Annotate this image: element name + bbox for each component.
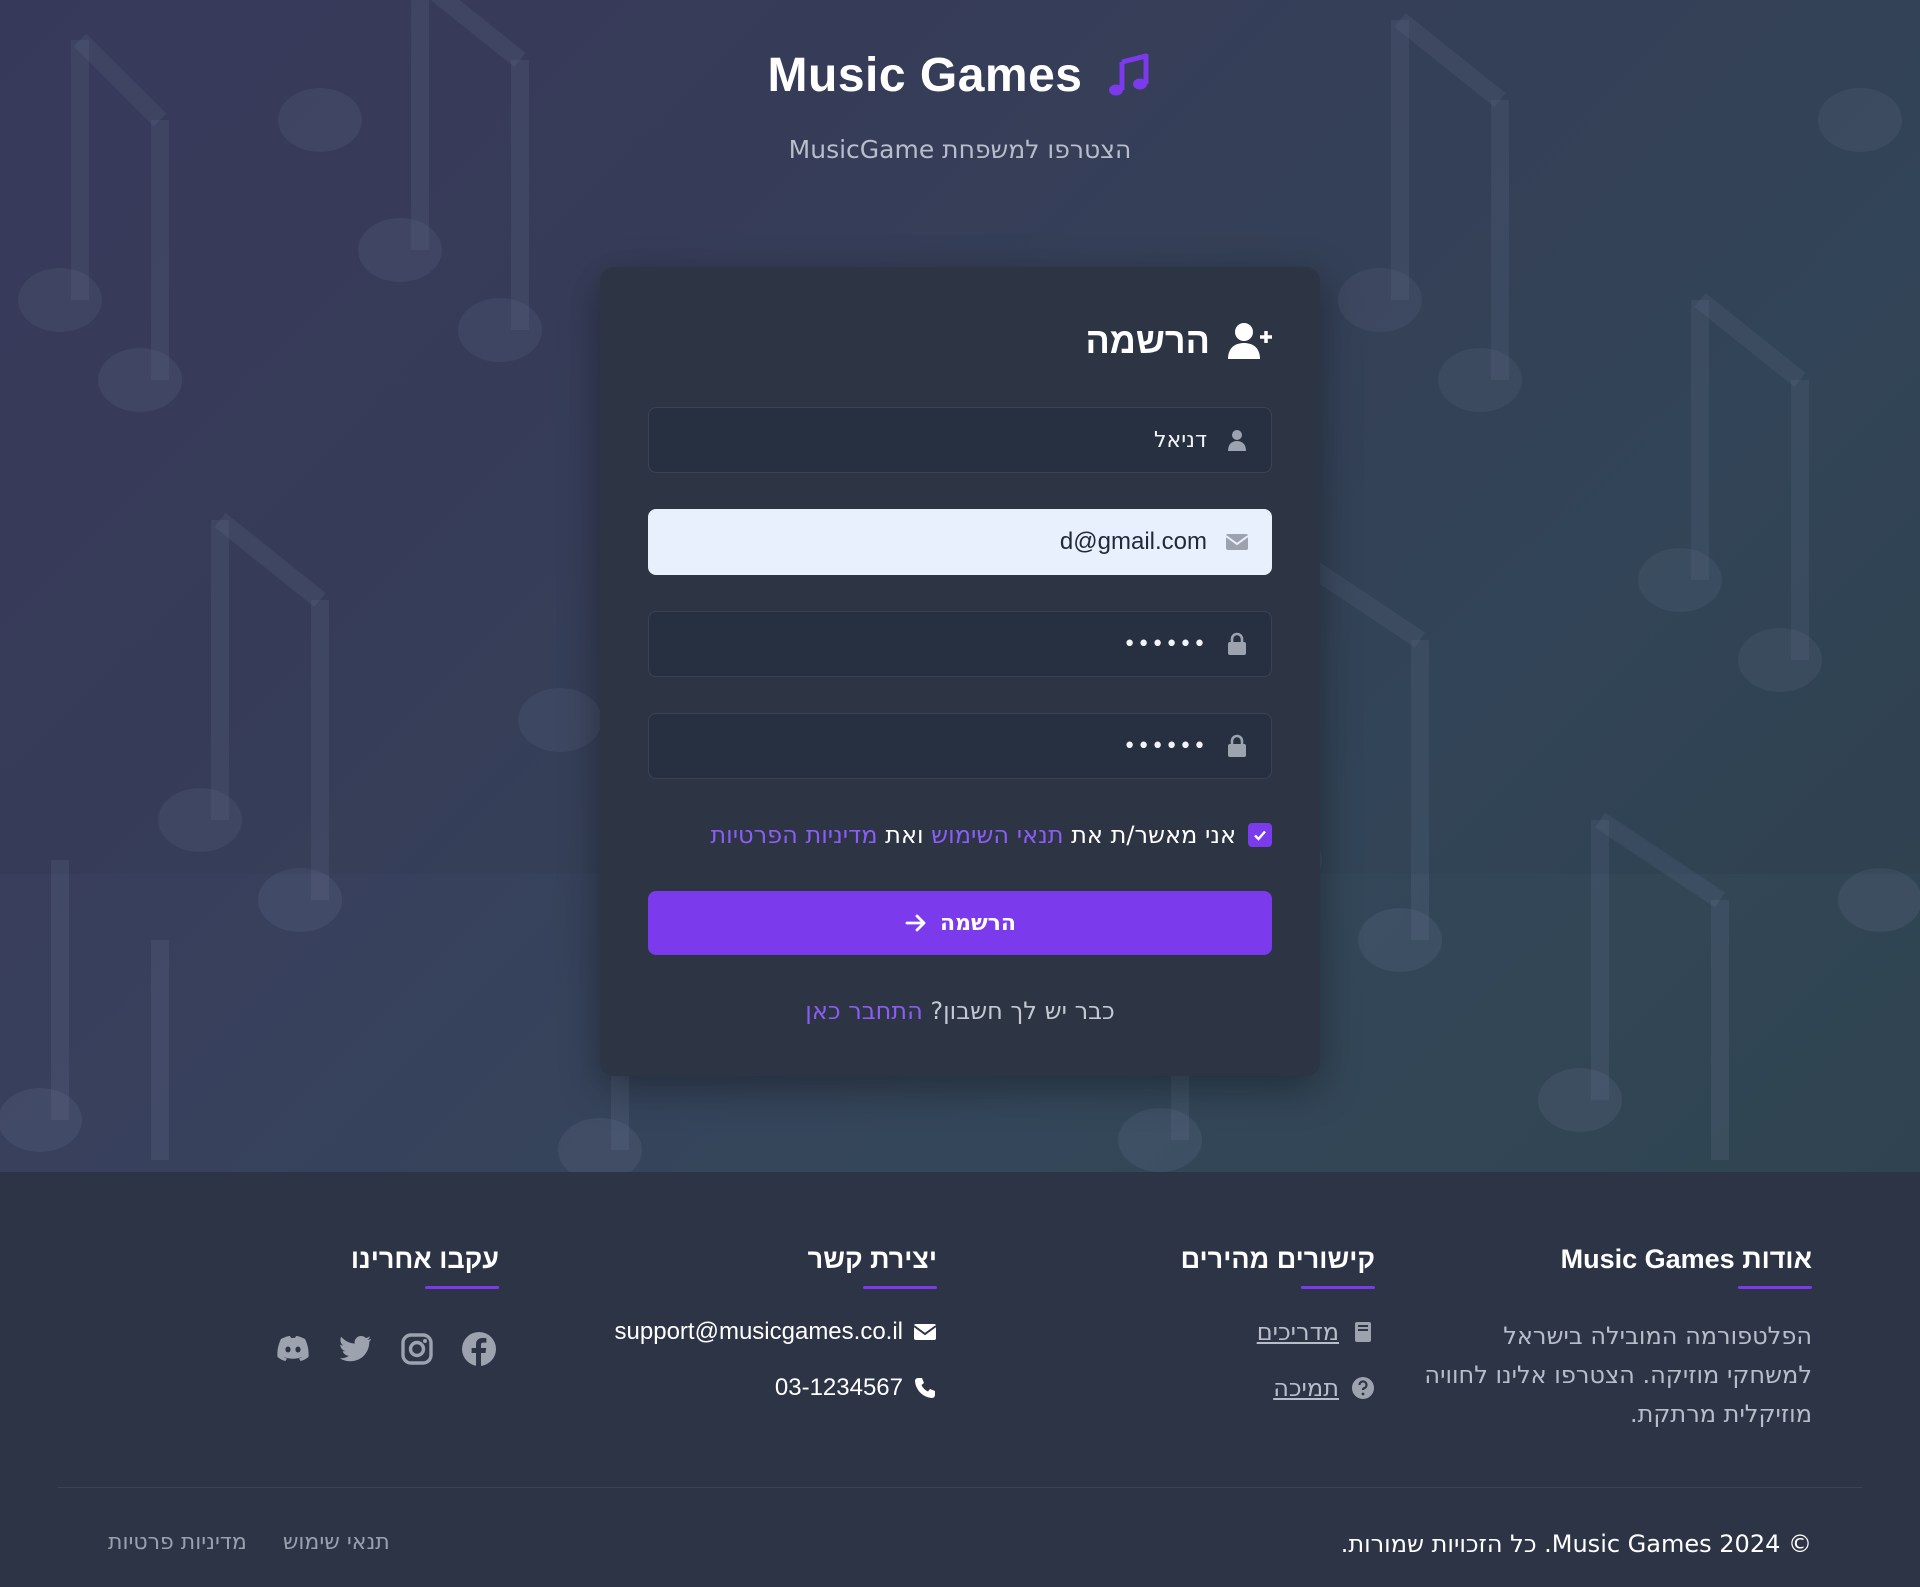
privacy-policy-link[interactable]: מדיניות הפרטיות: [710, 821, 877, 849]
email-field: [648, 509, 1272, 575]
brand-title: Music Games: [767, 49, 1083, 102]
footer-divider: [58, 1487, 1862, 1488]
confirm-password-field: [648, 713, 1272, 779]
footer-privacy-link[interactable]: מדיניות פרטיות: [108, 1530, 247, 1555]
footer-contact-title: יצירת קשר: [615, 1244, 938, 1289]
user-icon: [1225, 428, 1249, 452]
name-input[interactable]: [671, 427, 1207, 453]
footer-contact: יצירת קשר support@musicgames.co.il 03-12…: [615, 1244, 938, 1429]
copyright: © 2024 Music Games. כל הזכויות שמורות.: [1340, 1530, 1812, 1558]
confirm-password-input[interactable]: [671, 733, 1207, 759]
terms-checkbox[interactable]: [1248, 823, 1272, 847]
facebook-icon[interactable]: [459, 1329, 499, 1369]
terms-of-use-link[interactable]: תנאי השימוש: [931, 821, 1063, 849]
contact-phone[interactable]: 03-1234567: [615, 1373, 937, 1403]
login-prompt: כבר יש לך חשבון? התחבר כאן: [648, 997, 1272, 1025]
footer: אודות Music Games הפלטפורמה המובילה בישר…: [0, 1172, 1920, 1587]
footer-about-text: הפלטפורמה המובילה בישראל למשחקי מוזיקה. …: [1424, 1322, 1812, 1428]
social-links: [273, 1329, 499, 1369]
password-field: [648, 611, 1272, 677]
discord-icon[interactable]: [273, 1329, 313, 1369]
contact-phone-text: 03-1234567: [774, 1374, 903, 1401]
name-field: [648, 407, 1272, 473]
music-note-icon: [1104, 52, 1152, 100]
phone-icon: [913, 1376, 937, 1400]
footer-link-support-label: תמיכה: [1273, 1374, 1339, 1402]
lock-icon: [1225, 734, 1249, 758]
user-plus-icon: [1224, 321, 1272, 361]
contact-email[interactable]: support@musicgames.co.il: [615, 1317, 937, 1347]
footer-terms-link[interactable]: תנאי שימוש: [283, 1530, 390, 1555]
instagram-icon[interactable]: [397, 1329, 437, 1369]
terms-prefix: אני מאשר/ת את: [1071, 821, 1236, 849]
register-heading: הרשמה: [648, 315, 1272, 367]
question-circle-icon: [1351, 1376, 1375, 1400]
twitter-icon[interactable]: [335, 1329, 375, 1369]
arrow-right-icon: [904, 911, 928, 935]
terms-agreement: אני מאשר/ת את תנאי השימוש ואת מדיניות הפ…: [648, 815, 1272, 855]
footer-follow-title: עקבו אחרינו: [273, 1244, 499, 1289]
footer-about: אודות Music Games הפלטפורמה המובילה בישר…: [1412, 1244, 1812, 1434]
footer-link-guides-label: מדריכים: [1256, 1318, 1339, 1346]
lock-icon: [1225, 632, 1249, 656]
login-prompt-text: כבר יש לך חשבון?: [930, 997, 1115, 1025]
footer-quick-links-title: קישורים מהירים: [1181, 1244, 1376, 1289]
envelope-icon: [913, 1320, 937, 1344]
contact-email-text: support@musicgames.co.il: [614, 1318, 903, 1345]
email-input[interactable]: [671, 528, 1207, 556]
register-title: הרשמה: [1085, 320, 1210, 361]
password-input[interactable]: [671, 631, 1207, 657]
footer-legal-links: תנאי שימוש מדיניות פרטיות: [108, 1530, 390, 1555]
brand-subtitle: הצטרפו למשפחת MusicGame: [788, 135, 1132, 164]
footer-link-support[interactable]: תמיכה: [1181, 1373, 1375, 1403]
footer-about-title: אודות Music Games: [1412, 1244, 1812, 1289]
register-card: הרשמה אני מאשר/ת את תנאי השימוש ואת: [600, 267, 1320, 1076]
footer-quick-links: קישורים מהירים מדריכים תמיכה: [1181, 1244, 1376, 1429]
footer-follow: עקבו אחרינו: [273, 1244, 499, 1369]
register-button-label: הרשמה: [939, 910, 1017, 936]
footer-link-guides[interactable]: מדריכים: [1181, 1317, 1375, 1347]
register-button[interactable]: הרשמה: [648, 891, 1272, 955]
login-link[interactable]: התחבר כאן: [805, 997, 922, 1025]
terms-and: ואת: [885, 821, 924, 849]
brand-header: Music Games: [0, 48, 1920, 103]
book-icon: [1351, 1320, 1375, 1344]
envelope-icon: [1225, 530, 1249, 554]
